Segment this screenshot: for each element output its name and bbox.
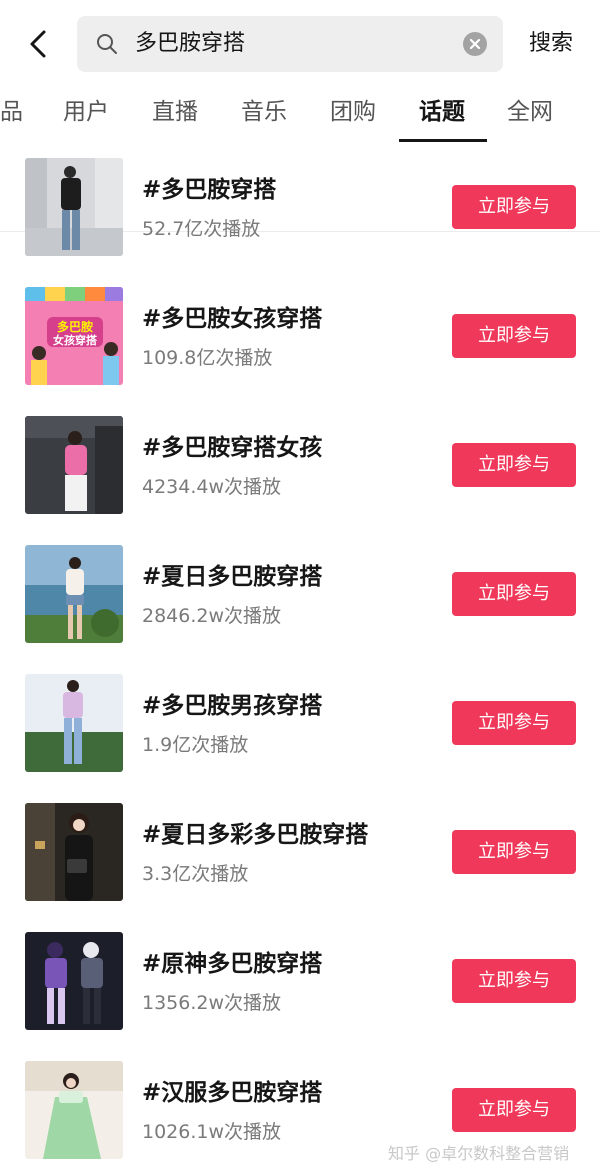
list-item[interactable]: #夏日多彩多巴胺穿搭 3.3亿次播放 立即参与 — [0, 789, 600, 918]
svg-text:多巴胺: 多巴胺 — [57, 319, 93, 334]
top-bar: 搜索 — [0, 0, 600, 88]
play-count: 3.3亿次播放 — [142, 863, 249, 885]
play-count: 1.9亿次播放 — [142, 734, 249, 756]
list-item[interactable]: #多巴胺男孩穿搭 1.9亿次播放 立即参与 — [0, 660, 600, 789]
topic-thumbnail — [25, 932, 123, 1030]
tab-music[interactable]: 音乐 — [241, 88, 287, 136]
join-button[interactable]: 立即参与 — [452, 830, 576, 874]
search-box[interactable] — [77, 16, 503, 72]
topic-title: #夏日多巴胺穿搭 — [142, 564, 323, 590]
list-item[interactable]: #多巴胺穿搭 52.7亿次播放 立即参与 — [0, 144, 600, 273]
list-item[interactable]: 多巴胺 女孩穿搭 #多巴胺女孩穿搭 109.8亿次播放 立即参与 — [0, 273, 600, 402]
play-count: 109.8亿次播放 — [142, 347, 273, 369]
topic-title: #夏日多彩多巴胺穿搭 — [142, 822, 369, 848]
join-button[interactable]: 立即参与 — [452, 185, 576, 229]
tab-live[interactable]: 直播 — [152, 88, 198, 136]
tab-topics[interactable]: 话题 — [419, 88, 465, 136]
active-tab-indicator — [399, 139, 487, 142]
join-button[interactable]: 立即参与 — [452, 314, 576, 358]
topic-thumbnail — [25, 803, 123, 901]
play-count: 1356.2w次播放 — [142, 992, 282, 1014]
category-tabs: 品 用户 直播 音乐 团购 话题 全网 — [0, 88, 600, 232]
topic-thumbnail — [25, 1061, 123, 1159]
join-button[interactable]: 立即参与 — [452, 1088, 576, 1132]
list-item[interactable]: #多巴胺穿搭女孩 4234.4w次播放 立即参与 — [0, 402, 600, 531]
clear-search-icon[interactable] — [463, 32, 487, 56]
play-count: 1026.1w次播放 — [142, 1121, 282, 1143]
tab-products[interactable]: 品 — [0, 88, 23, 136]
topic-title: #多巴胺女孩穿搭 — [142, 306, 323, 332]
join-button[interactable]: 立即参与 — [452, 959, 576, 1003]
svg-text:女孩穿搭: 女孩穿搭 — [53, 333, 98, 347]
topic-title: #多巴胺穿搭女孩 — [142, 435, 323, 461]
play-count: 2846.2w次播放 — [142, 605, 282, 627]
topic-thumbnail — [25, 545, 123, 643]
topic-thumbnail — [25, 158, 123, 256]
topic-title: #多巴胺男孩穿搭 — [142, 693, 323, 719]
topic-thumbnail — [25, 416, 123, 514]
search-input[interactable] — [135, 16, 435, 72]
play-count: 4234.4w次播放 — [142, 476, 282, 498]
topic-thumbnail: 多巴胺 女孩穿搭 — [25, 287, 123, 385]
watermark: 知乎 @卓尔数科整合营销 — [388, 1144, 570, 1163]
search-icon — [97, 34, 117, 54]
tab-all-web[interactable]: 全网 — [507, 88, 553, 136]
join-button[interactable]: 立即参与 — [452, 443, 576, 487]
list-item[interactable]: #夏日多巴胺穿搭 2846.2w次播放 立即参与 — [0, 531, 600, 660]
tab-group-buy[interactable]: 团购 — [330, 88, 376, 136]
topic-thumbnail — [25, 674, 123, 772]
topic-title: #原神多巴胺穿搭 — [142, 951, 323, 977]
play-count: 52.7亿次播放 — [142, 218, 261, 240]
join-button[interactable]: 立即参与 — [452, 572, 576, 616]
list-item[interactable]: #原神多巴胺穿搭 1356.2w次播放 立即参与 — [0, 918, 600, 1047]
topic-title: #汉服多巴胺穿搭 — [142, 1080, 323, 1106]
topic-title: #多巴胺穿搭 — [142, 177, 277, 203]
back-arrow-icon[interactable] — [22, 26, 58, 62]
join-button[interactable]: 立即参与 — [452, 701, 576, 745]
search-button[interactable]: 搜索 — [516, 0, 586, 88]
tab-users[interactable]: 用户 — [63, 88, 109, 136]
